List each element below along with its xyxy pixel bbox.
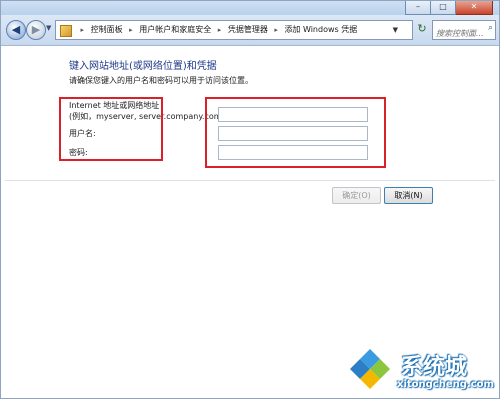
breadcrumb-control-panel[interactable]: 控制面板 [91, 25, 123, 34]
control-panel-icon [60, 25, 72, 37]
chevron-right-icon[interactable]: ▸ [129, 26, 133, 34]
chevron-right-icon[interactable]: ▸ [218, 26, 222, 34]
watermark-name: 系统城 [401, 355, 468, 380]
search-box[interactable]: ⌕ [432, 20, 496, 42]
watermark-url: xitongcheng.com [397, 379, 494, 390]
page-title: 键入网站地址(或网络位置)和凭据 [69, 61, 217, 72]
divider [5, 180, 495, 181]
close-button[interactable]: ✕ [456, 1, 493, 15]
search-input[interactable] [433, 25, 486, 42]
minimize-button[interactable]: – [405, 1, 431, 15]
title-bar: – □ ✕ [1, 1, 499, 15]
window: – □ ✕ ◀ ▶ ▼ ▸ 控制面板 ▸ 用户帐户和家庭安全 ▸ 凭据管理器 ▸… [0, 0, 500, 399]
chevron-right-icon[interactable]: ▸ [81, 26, 85, 34]
recent-pages-dropdown[interactable]: ▼ [46, 24, 51, 32]
address-bar[interactable]: ▸ 控制面板 ▸ 用户帐户和家庭安全 ▸ 凭据管理器 ▸ 添加 Windows … [55, 20, 413, 40]
breadcrumb-user-accounts[interactable]: 用户帐户和家庭安全 [139, 25, 211, 34]
maximize-button[interactable]: □ [431, 1, 456, 15]
content-area: 键入网站地址(或网络位置)和凭据 请确保您键入的用户名和密码可以用于访问该位置。… [1, 46, 499, 398]
address-dropdown-icon[interactable]: ▼ [393, 21, 398, 39]
caption-buttons: – □ ✕ [405, 1, 493, 15]
cancel-button[interactable]: 取消(N) [384, 187, 433, 204]
forward-button[interactable]: ▶ [26, 20, 46, 40]
ok-button[interactable]: 确定(O) [332, 187, 381, 204]
back-button[interactable]: ◀ [6, 20, 26, 40]
highlight-labels-box [59, 97, 163, 161]
navigation-bar: ◀ ▶ ▼ ▸ 控制面板 ▸ 用户帐户和家庭安全 ▸ 凭据管理器 ▸ 添加 Wi… [1, 15, 499, 46]
watermark-logo [350, 349, 390, 389]
highlight-fields-box [205, 97, 386, 168]
chevron-right-icon[interactable]: ▸ [274, 26, 278, 34]
breadcrumb-credential-manager[interactable]: 凭据管理器 [228, 25, 268, 34]
refresh-button[interactable]: ↻ [414, 20, 430, 38]
search-icon[interactable]: ⌕ [488, 23, 493, 33]
page-description: 请确保您键入的用户名和密码可以用于访问该位置。 [69, 76, 253, 85]
breadcrumb-add-windows-credential[interactable]: 添加 Windows 凭据 [284, 25, 357, 34]
